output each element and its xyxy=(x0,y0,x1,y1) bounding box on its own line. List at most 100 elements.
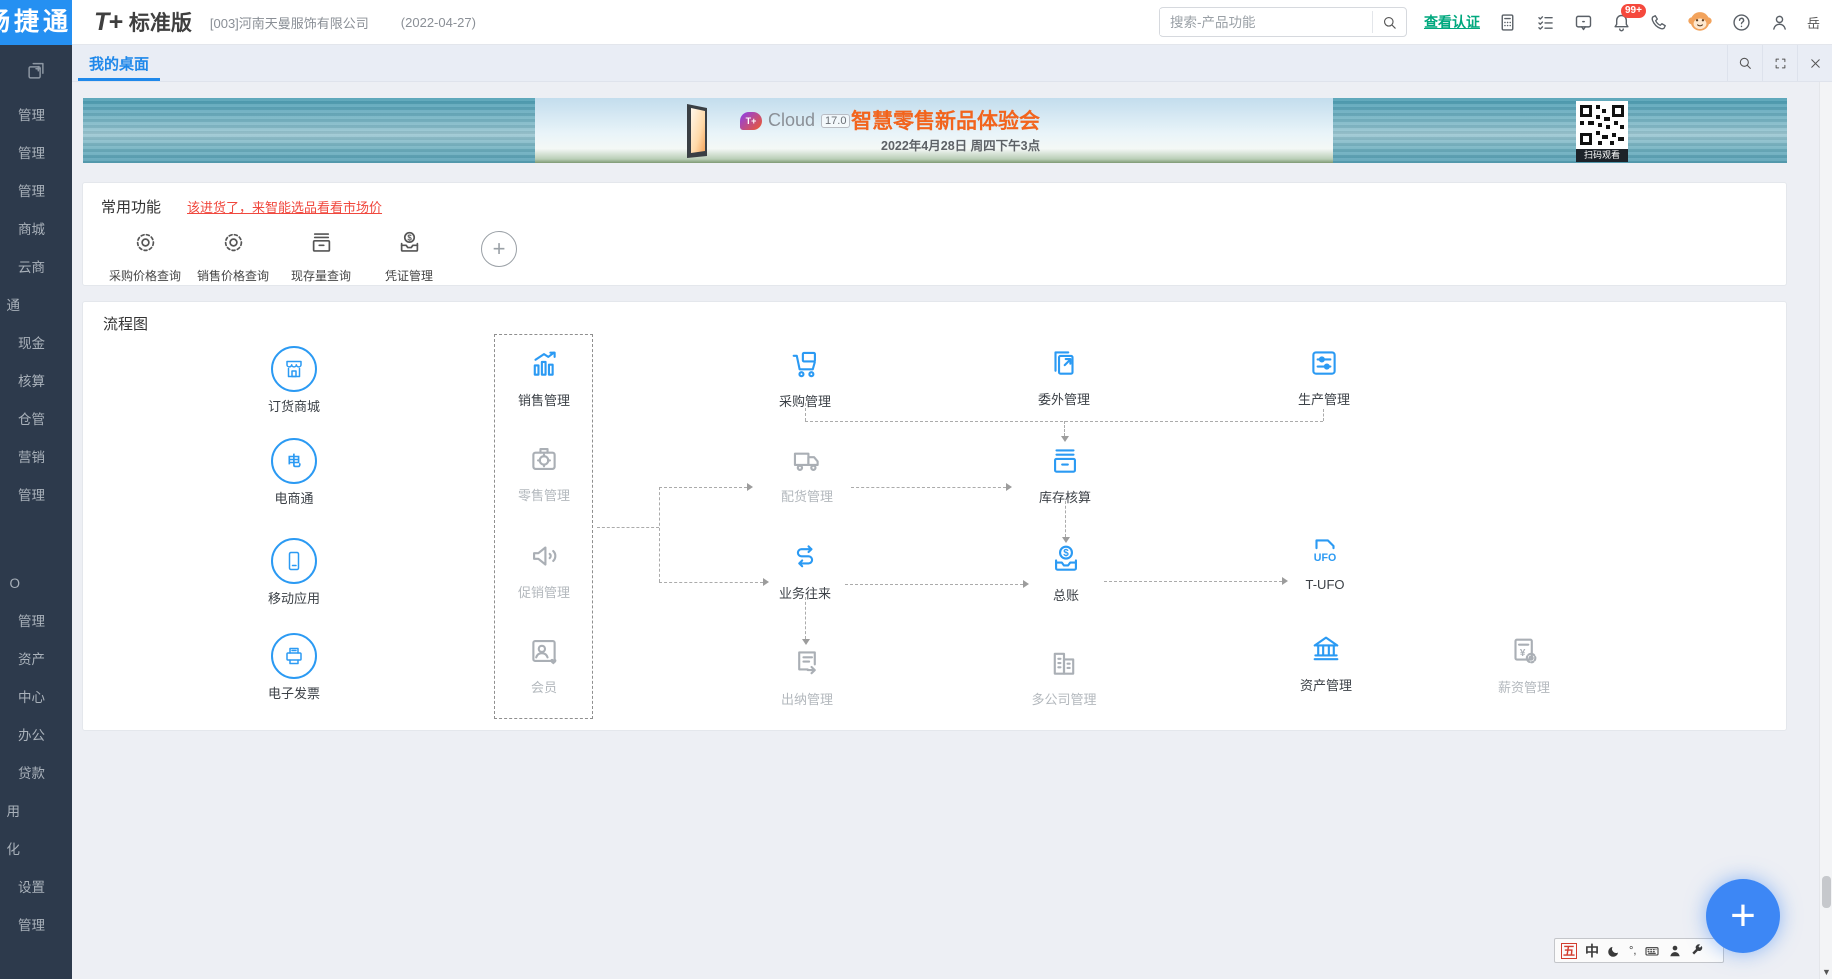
tab-search-icon[interactable] xyxy=(1727,45,1762,81)
phone-support-icon[interactable] xyxy=(1649,12,1669,32)
quick-voucher-management[interactable]: $ 凭证管理 xyxy=(365,229,453,284)
flow-node-sales-mgmt[interactable]: 销售管理 xyxy=(489,347,599,409)
scrollbar-thumb[interactable] xyxy=(1822,876,1831,908)
user-icon[interactable] xyxy=(1769,12,1790,33)
close-icon[interactable] xyxy=(1797,45,1832,81)
left-sidebar: 管理 管理 管理 商城 云商 通 现金 核算 仓管 营销 管理 O 管理 资产 … xyxy=(0,45,72,979)
flow-node-promotion-mgmt[interactable]: 促销管理 xyxy=(489,539,599,601)
flow-node-payroll-mgmt[interactable]: ¥ 薪资管理 xyxy=(1469,634,1579,696)
search-input[interactable] xyxy=(1160,9,1372,35)
sidebar-item[interactable]: 化 xyxy=(0,831,72,869)
flow-node-member[interactable]: 会员 xyxy=(489,634,599,696)
arrowhead xyxy=(763,578,769,586)
connector xyxy=(1323,409,1324,421)
help-icon[interactable] xyxy=(1731,12,1752,33)
truck-icon xyxy=(790,464,824,481)
flow-chart-card: 流程图 订货商城 电 电商通 移动应用 电子发票 销售管理 零售管理 xyxy=(82,301,1787,731)
flow-node-retail-mgmt[interactable]: 零售管理 xyxy=(489,442,599,504)
flow-node-cashier-mgmt[interactable]: 出纳管理 xyxy=(752,646,862,708)
flow-node-asset-mgmt[interactable]: 资产管理 xyxy=(1271,632,1381,694)
vertical-scrollbar[interactable]: ▼ xyxy=(1819,82,1832,979)
connector xyxy=(1064,421,1065,436)
sidebar-item[interactable]: O xyxy=(0,565,72,603)
flow-node-order-mall[interactable]: 订货商城 xyxy=(239,346,349,415)
promo-banner[interactable]: T+ Cloud 17.0 智慧零售新品体验会 2022年4月28日 周四下午3… xyxy=(83,98,1787,163)
sidebar-item[interactable]: 办公 xyxy=(0,717,72,755)
sidebar-item[interactable]: 贷款 xyxy=(0,755,72,793)
scroll-down-arrow[interactable]: ▼ xyxy=(1820,967,1832,977)
flow-node-distribution-mgmt[interactable]: 配货管理 xyxy=(752,443,862,505)
sidebar-item[interactable]: 资产 xyxy=(0,641,72,679)
tab-strip: 我的桌面 xyxy=(72,45,1832,82)
door-illustration xyxy=(681,102,717,163)
flow-node-purchase-mgmt[interactable]: 采购管理 xyxy=(750,348,860,410)
user-name[interactable]: 岳 xyxy=(1807,13,1820,32)
sidebar-item[interactable]: 中心 xyxy=(0,679,72,717)
connector xyxy=(659,487,747,488)
member-card-icon xyxy=(527,655,561,672)
sidebar-item[interactable]: 商城 xyxy=(0,211,72,249)
connector xyxy=(659,582,763,583)
floating-add-button[interactable]: + xyxy=(1706,879,1780,953)
tab-my-desktop[interactable]: 我的桌面 xyxy=(72,45,166,81)
sidebar-item[interactable]: 管理 xyxy=(0,97,72,135)
calculator-icon[interactable] xyxy=(1497,12,1518,33)
gear-icon xyxy=(220,243,247,260)
sidebar-item[interactable]: 现金 xyxy=(0,325,72,363)
arrowhead xyxy=(1061,436,1069,442)
retail-pos-icon xyxy=(527,463,561,480)
flow-node-business-transactions[interactable]: 业务往来 xyxy=(750,540,860,602)
quick-purchase-price-query[interactable]: 采购价格查询 xyxy=(101,229,189,284)
search-icon[interactable] xyxy=(1372,11,1406,33)
ledger-icon: $ xyxy=(1049,563,1083,580)
soft-keyboard-icon[interactable] xyxy=(1644,943,1660,959)
view-certification-link[interactable]: 查看认证 xyxy=(1424,12,1480,32)
quick-sales-price-query[interactable]: 销售价格查询 xyxy=(189,229,277,284)
smart-selection-promo-link[interactable]: 该进货了，来智能选品看看市场价 xyxy=(187,197,382,216)
mascot-monkey-icon[interactable] xyxy=(1686,8,1714,36)
arrowhead xyxy=(802,639,810,645)
sidebar-item[interactable]: 管理 xyxy=(0,477,72,515)
flow-node-production-mgmt[interactable]: 生产管理 xyxy=(1269,346,1379,408)
fullscreen-icon[interactable] xyxy=(1762,45,1797,81)
ime-user-icon[interactable] xyxy=(1668,944,1682,958)
sidebar-item[interactable]: 用 xyxy=(0,793,72,831)
flow-node-inventory-accounting[interactable]: 库存核算 xyxy=(1010,444,1120,506)
collapse-panel-icon[interactable] xyxy=(0,45,72,97)
sidebar-item[interactable]: 管理 xyxy=(0,603,72,641)
company-name: [003]河南天曼服饰有限公司 xyxy=(210,13,369,32)
sidebar-item[interactable]: 仓管 xyxy=(0,401,72,439)
ime-chinese-mode[interactable]: 中 xyxy=(1585,941,1599,961)
wrench-icon[interactable] xyxy=(1690,944,1704,958)
voucher-icon: $ xyxy=(396,243,423,260)
sidebar-item[interactable]: 营销 xyxy=(0,439,72,477)
sidebar-item[interactable]: 核算 xyxy=(0,363,72,401)
feedback-icon[interactable] xyxy=(1573,12,1594,33)
flow-node-multi-company-mgmt[interactable]: 多公司管理 xyxy=(1009,646,1119,708)
sidebar-item[interactable]: 管理 xyxy=(0,173,72,211)
ime-punctuation-mode[interactable]: °, xyxy=(1629,945,1636,957)
product-search[interactable] xyxy=(1159,7,1407,37)
flow-node-e-invoice[interactable]: 电子发票 xyxy=(239,633,349,702)
ime-wubi-mode[interactable]: 五 xyxy=(1561,943,1577,959)
notifications-bell[interactable]: 99+ xyxy=(1611,12,1632,33)
svg-text:¥: ¥ xyxy=(1520,648,1526,659)
sidebar-item[interactable]: 管理 xyxy=(0,907,72,945)
sidebar-item[interactable]: 云商 xyxy=(0,249,72,287)
moon-icon[interactable] xyxy=(1607,944,1621,958)
flow-node-mobile-app[interactable]: 移动应用 xyxy=(239,538,349,607)
quick-stock-query[interactable]: 现存量查询 xyxy=(277,229,365,284)
sidebar-item[interactable]: 通 xyxy=(0,287,72,325)
brand-logo[interactable]: 畅捷通 xyxy=(0,0,72,45)
flow-node-ecommerce-tong[interactable]: 电 电商通 xyxy=(239,438,349,507)
banner-photo: T+ Cloud 17.0 智慧零售新品体验会 2022年4月28日 周四下午3… xyxy=(535,98,1333,163)
task-list-icon[interactable] xyxy=(1535,12,1556,33)
flow-node-outsourcing-mgmt[interactable]: 委外管理 xyxy=(1009,346,1119,408)
add-common-function-button[interactable]: + xyxy=(481,231,517,267)
sidebar-item[interactable]: 管理 xyxy=(0,135,72,173)
flow-node-general-ledger[interactable]: $ 总账 xyxy=(1011,542,1121,604)
connector xyxy=(805,597,806,639)
version-badge: 17.0 xyxy=(821,114,850,128)
common-functions-title: 常用功能 xyxy=(101,196,161,217)
sidebar-item[interactable]: 设置 xyxy=(0,869,72,907)
